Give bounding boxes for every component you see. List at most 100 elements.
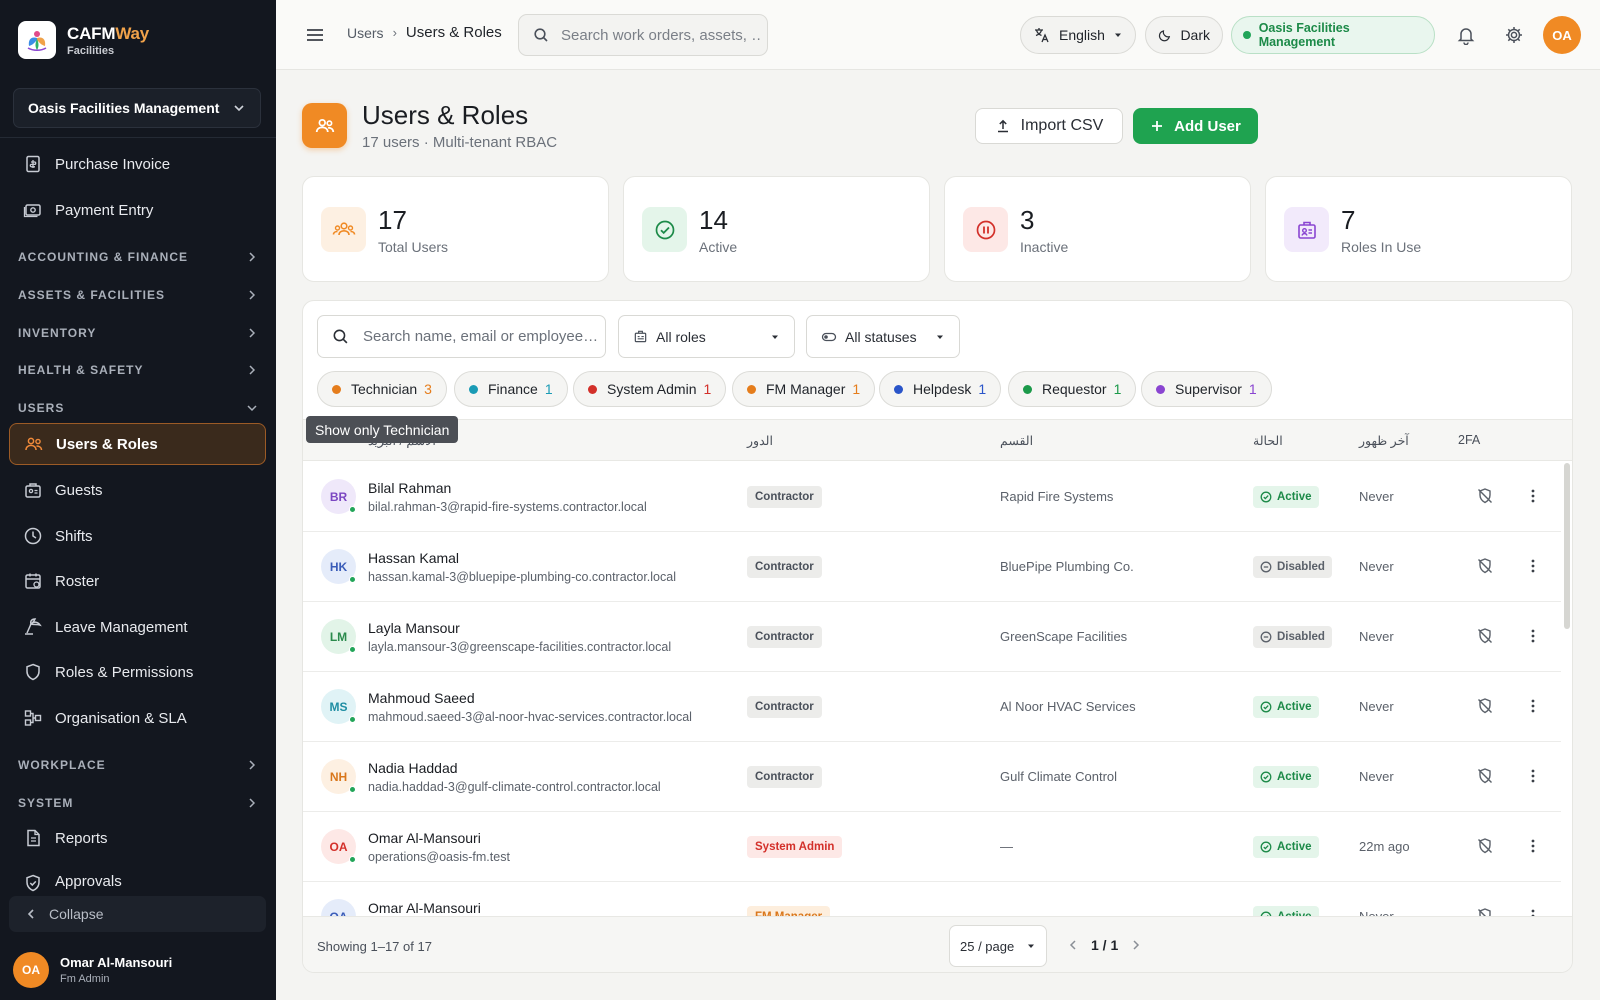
sidebar-item-roster[interactable]: Roster (9, 560, 266, 602)
page-indicator: 1 / 1 (1091, 937, 1119, 953)
row-actions-button[interactable] (1524, 767, 1542, 785)
table-row[interactable]: BR Bilal Rahman bilal.rahman-3@rapid-fire-… (303, 462, 1561, 532)
chip-count: 1 (852, 381, 861, 397)
role-chip-finance[interactable]: Finance 1 (454, 371, 568, 407)
group-health-safety[interactable]: HEALTH & SAFETY (18, 360, 258, 380)
table-row[interactable]: MS Mahmoud Saeed mahmoud.saeed-3@al-noor-h… (303, 672, 1561, 742)
user-name[interactable]: Nadia Haddad (368, 760, 458, 776)
theme-toggle[interactable]: Dark (1145, 16, 1223, 54)
sidebar-item-reports[interactable]: Reports (9, 817, 266, 859)
two-factor-status[interactable] (1476, 837, 1494, 855)
topbar: Users › Users & Roles English Dark Oasis… (276, 0, 1600, 70)
chip-dot (469, 384, 478, 394)
column-header-role[interactable]: الدور (747, 433, 773, 448)
next-page-icon[interactable] (1130, 939, 1142, 951)
sidebar-item-organisation-sla[interactable]: Organisation & SLA (9, 697, 266, 739)
stat-label: Total Users (378, 239, 449, 255)
sidebar-item-label: Roster (55, 572, 100, 590)
showing-count: Showing 1–17 of 17 (317, 939, 432, 954)
group-users[interactable]: USERS (18, 398, 258, 418)
org-select[interactable]: Oasis Facilities Management (13, 88, 261, 128)
import-csv-button[interactable]: Import CSV (975, 108, 1123, 144)
group-label: ASSETS & FACILITIES (18, 288, 166, 302)
gear-icon[interactable] (1504, 25, 1524, 45)
user-email: operations@oasis-fm.test (368, 850, 510, 864)
table-row[interactable]: OA Omar Al-Mansouri operations@oasis-fm.te… (303, 812, 1561, 882)
chip-dot (894, 384, 903, 394)
stat-label: Inactive (1020, 239, 1069, 255)
row-actions-button[interactable] (1524, 837, 1542, 855)
brand[interactable]: CAFMWay Facilities (18, 21, 149, 59)
group-inventory[interactable]: INVENTORY (18, 323, 258, 343)
user-avatar[interactable]: OA (1543, 16, 1581, 54)
sidebar-item-payment-entry[interactable]: Payment Entry (9, 189, 266, 231)
column-header-dept[interactable]: القسم (1000, 433, 1033, 448)
column-header-status[interactable]: الحالة (1253, 433, 1283, 448)
table-scrollbar[interactable] (1564, 463, 1570, 629)
language-select[interactable]: English (1020, 16, 1136, 54)
group-accounting-finance[interactable]: ACCOUNTING & FINANCE (18, 247, 258, 267)
role-chip-fm-manager[interactable]: FM Manager 1 (732, 371, 876, 407)
table-row[interactable]: HK Hassan Kamal hassan.kamal-3@bluepipe-pl… (303, 532, 1561, 602)
sidebar-item-guests[interactable]: Guests (9, 469, 266, 511)
user-name[interactable]: Omar Al-Mansouri (368, 830, 481, 846)
role-chip-requestor[interactable]: Requestor 1 (1008, 371, 1137, 407)
column-header-last-seen[interactable]: آخر ظهور (1359, 433, 1409, 448)
row-actions-button[interactable] (1524, 627, 1542, 645)
row-actions-button[interactable] (1524, 487, 1542, 505)
global-search[interactable] (518, 14, 768, 56)
minus-circle-icon (1260, 561, 1272, 573)
sidebar-item-roles-permissions[interactable]: Roles & Permissions (9, 651, 266, 693)
roles-filter[interactable]: All roles (618, 315, 795, 358)
org-badge[interactable]: Oasis Facilities Management (1231, 16, 1435, 54)
role-chip-technician[interactable]: Technician 3 (317, 371, 447, 407)
user-name[interactable]: Layla Mansour (368, 620, 460, 636)
collapse-button[interactable]: Collapse (9, 896, 266, 932)
row-actions-button[interactable] (1524, 697, 1542, 715)
role-chip-system-admin[interactable]: System Admin 1 (573, 371, 727, 407)
two-factor-status[interactable] (1476, 767, 1494, 785)
two-factor-status[interactable] (1476, 627, 1494, 645)
group-workplace[interactable]: WORKPLACE (18, 755, 258, 775)
row-actions-button[interactable] (1524, 557, 1542, 575)
sidebar-user[interactable]: OA Omar Al-Mansouri Fm Admin (13, 952, 172, 988)
user-name[interactable]: Omar Al-Mansouri (368, 900, 481, 916)
table-row[interactable]: LM Layla Mansour layla.mansour-3@greenscap… (303, 602, 1561, 672)
role-chip-helpdesk[interactable]: Helpdesk 1 (879, 371, 1002, 407)
group-label: HEALTH & SAFETY (18, 363, 144, 377)
role-chip-supervisor[interactable]: Supervisor 1 (1141, 371, 1272, 407)
bell-icon[interactable] (1456, 25, 1476, 45)
add-user-button[interactable]: Add User (1133, 108, 1258, 144)
per-page-select[interactable]: 25 / page (949, 925, 1047, 967)
stat-value: 7 (1341, 205, 1356, 235)
user-name[interactable]: Mahmoud Saeed (368, 690, 475, 706)
table-row[interactable]: NH Nadia Haddad nadia.haddad-3@gulf-climat… (303, 742, 1561, 812)
two-factor-status[interactable] (1476, 487, 1494, 505)
status-filter[interactable]: All statuses (806, 315, 960, 358)
org-icon (24, 710, 42, 726)
user-email: nadia.haddad-3@gulf-climate-control.cont… (368, 780, 661, 794)
breadcrumb-current: Users & Roles (405, 24, 502, 41)
column-header-2fa[interactable]: 2FA (1458, 433, 1480, 447)
two-factor-status[interactable] (1476, 557, 1494, 575)
status-label: Active (1277, 841, 1312, 853)
sidebar-item-approvals[interactable]: Approvals (9, 862, 266, 898)
prev-page-icon[interactable] (1067, 939, 1079, 951)
user-search-input[interactable] (363, 328, 598, 345)
breadcrumb: Users › Users & Roles (347, 24, 502, 41)
two-factor-status[interactable] (1476, 697, 1494, 715)
user-name[interactable]: Bilal Rahman (368, 480, 451, 496)
group-assets-facilities[interactable]: ASSETS & FACILITIES (18, 285, 258, 305)
global-search-input[interactable] (561, 26, 761, 44)
sidebar-item-users-roles[interactable]: Users & Roles (9, 423, 266, 465)
avatar-initials: NH (329, 769, 348, 784)
user-name[interactable]: Hassan Kamal (368, 550, 459, 566)
user-search[interactable] (317, 315, 606, 358)
sidebar-item-shifts[interactable]: Shifts (9, 515, 266, 557)
menu-icon[interactable] (304, 24, 326, 46)
group-system[interactable]: SYSTEM (18, 793, 258, 813)
sidebar-item-purchase-invoice[interactable]: Purchase Invoice (9, 143, 266, 185)
breadcrumb-users[interactable]: Users (347, 25, 384, 41)
sidebar-item-leave-management[interactable]: Leave Management (9, 606, 266, 648)
role-badge: Contractor (747, 486, 822, 508)
